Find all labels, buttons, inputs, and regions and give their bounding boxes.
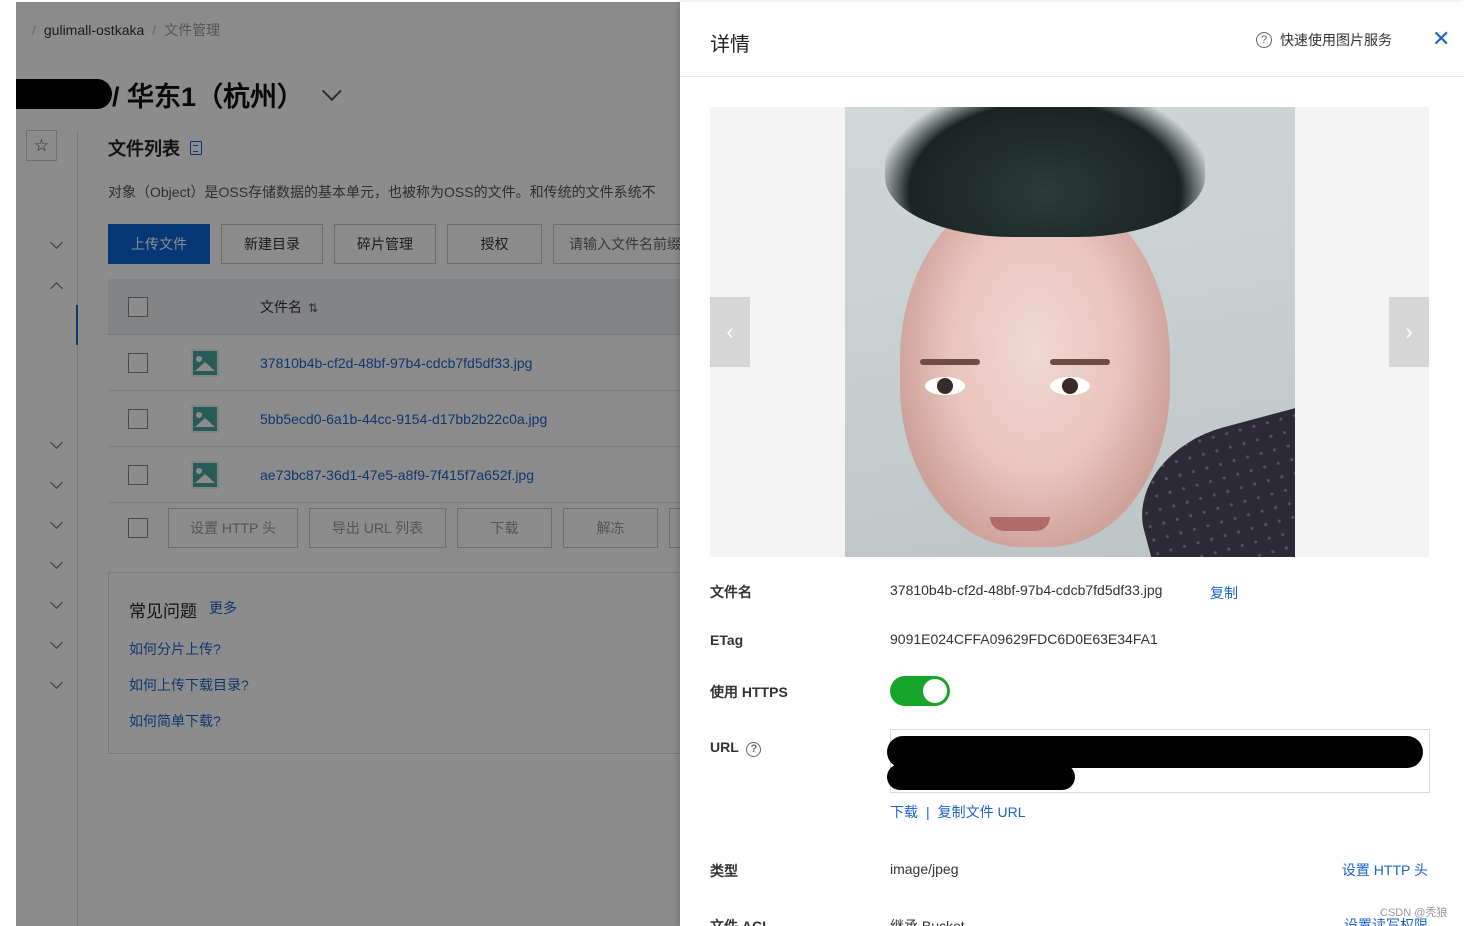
url-label: URL ? bbox=[710, 739, 769, 757]
acl-value: 继承 Bucket bbox=[890, 918, 965, 926]
chevron-right-icon[interactable]: › bbox=[1389, 297, 1429, 367]
drawer-title: 详情 bbox=[710, 34, 750, 56]
help-icon[interactable]: ? bbox=[746, 741, 762, 757]
https-toggle[interactable] bbox=[890, 676, 950, 706]
type-value: image/jpeg bbox=[890, 861, 959, 877]
filename-value: 37810b4b-cf2d-48bf-97b4-cdcb7fd5df33.jpg bbox=[890, 582, 1163, 598]
acl-label: 文件 ACL bbox=[710, 918, 771, 926]
etag-label: ETag bbox=[710, 632, 744, 648]
close-icon[interactable]: ✕ bbox=[1432, 26, 1450, 52]
preview-photo bbox=[845, 107, 1295, 557]
redaction-mark bbox=[887, 764, 1075, 790]
drawer-header: 详情 ? 快速使用图片服务 ✕ bbox=[680, 2, 1464, 77]
type-label: 类型 bbox=[710, 863, 738, 879]
left-margin bbox=[0, 0, 16, 926]
chevron-left-icon[interactable]: ‹ bbox=[710, 297, 750, 367]
modal-backdrop[interactable] bbox=[16, 2, 680, 926]
help-icon: ? bbox=[1256, 32, 1272, 48]
copy-url-link[interactable]: 复制文件 URL bbox=[938, 804, 1026, 820]
image-service-help-link[interactable]: ? 快速使用图片服务 bbox=[1256, 30, 1392, 50]
detail-drawer: 详情 ? 快速使用图片服务 ✕ ‹ › 文件名 37810b4b-cf2d-48b… bbox=[680, 2, 1464, 926]
filename-label: 文件名 bbox=[710, 584, 752, 600]
image-preview: ‹ › bbox=[710, 107, 1429, 557]
copy-filename-link[interactable]: 复制 bbox=[1210, 583, 1238, 603]
etag-value: 9091E024CFFA09629FDC6D0E63E34FA1 bbox=[890, 631, 1158, 647]
watermark: CSDN @秃狼 bbox=[1380, 907, 1448, 919]
https-label: 使用 HTTPS bbox=[710, 684, 788, 700]
url-actions: 下载 | 复制文件 URL bbox=[890, 804, 1026, 820]
download-link[interactable]: 下载 bbox=[890, 804, 918, 820]
set-http-header-link[interactable]: 设置 HTTP 头 bbox=[1342, 860, 1428, 880]
url-field[interactable] bbox=[887, 729, 1430, 793]
